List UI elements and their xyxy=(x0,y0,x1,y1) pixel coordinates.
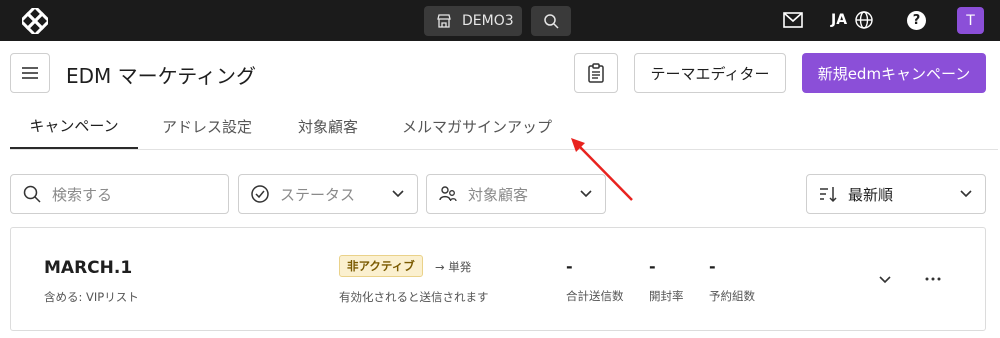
store-selector-button[interactable]: DEMO3 xyxy=(424,6,522,36)
tab-target-customers[interactable]: 対象顧客 xyxy=(298,103,358,149)
tab-newsletter-signup[interactable]: メルマガサインアップ xyxy=(402,103,552,149)
chevron-down-icon xyxy=(580,190,592,198)
chevron-down-icon xyxy=(392,190,404,198)
language-selector[interactable]: JA xyxy=(831,11,873,29)
audience-filter-label: 対象顧客 xyxy=(468,185,529,204)
check-circle-icon xyxy=(251,185,269,203)
metric-reservations-value: - xyxy=(709,257,716,276)
new-edm-campaign-button[interactable]: 新規edmキャンペーン xyxy=(802,53,986,93)
store-icon xyxy=(437,14,451,28)
search-placeholder: 検索する xyxy=(52,185,113,204)
clipboard-button[interactable] xyxy=(574,53,618,93)
metric-total-sent-value: - xyxy=(566,257,573,276)
tab-campaigns[interactable]: キャンペーン xyxy=(10,103,138,149)
global-search-button[interactable] xyxy=(531,6,571,36)
campaign-type: → 単発 xyxy=(435,260,472,274)
search-input[interactable]: 検索する xyxy=(10,174,229,214)
menu-icon xyxy=(22,67,38,79)
mail-icon[interactable] xyxy=(783,12,803,28)
audience-filter-dropdown[interactable]: 対象顧客 xyxy=(426,174,606,214)
metric-open-rate-value: - xyxy=(649,257,656,276)
tab-bar: キャンペーン アドレス設定 対象顧客 メルマガサインアップ xyxy=(10,103,998,150)
globe-icon xyxy=(855,11,873,29)
campaign-card[interactable]: MARCH.1 含める: VIPリスト 非アクティブ → 単発 有効化されると送… xyxy=(10,227,986,331)
store-name: DEMO3 xyxy=(462,13,514,29)
campaign-name[interactable]: MARCH.1 xyxy=(44,258,132,278)
theme-editor-button[interactable]: テーマエディター xyxy=(634,53,786,93)
tab-address-settings[interactable]: アドレス設定 xyxy=(162,103,252,149)
search-icon xyxy=(23,185,41,203)
help-icon[interactable]: ? xyxy=(907,11,926,30)
sort-dropdown[interactable]: 最新順 xyxy=(806,174,986,214)
campaign-includes: 含める: VIPリスト xyxy=(44,290,139,304)
status-description: 有効化されると送信されます xyxy=(339,290,489,304)
metric-total-sent-label: 合計送信数 xyxy=(566,289,624,303)
status-filter-dropdown[interactable]: ステータス xyxy=(238,174,418,214)
hamburger-menu-button[interactable] xyxy=(10,53,50,93)
language-code: JA xyxy=(831,12,848,28)
app-logo-icon[interactable] xyxy=(22,8,48,34)
user-avatar[interactable]: T xyxy=(957,7,984,34)
status-filter-label: ステータス xyxy=(280,185,356,204)
status-badge: 非アクティブ xyxy=(339,255,423,277)
page-title: EDM マーケティング xyxy=(66,64,257,88)
chevron-down-icon[interactable] xyxy=(878,273,892,287)
people-icon xyxy=(439,186,457,202)
metric-open-rate-label: 開封率 xyxy=(649,289,684,303)
metric-reservations-label: 予約組数 xyxy=(709,289,755,303)
sort-label: 最新順 xyxy=(848,185,894,204)
sort-descending-icon xyxy=(820,187,837,203)
search-icon xyxy=(544,14,559,29)
more-options-icon[interactable] xyxy=(925,277,941,281)
chevron-down-icon xyxy=(960,190,972,198)
clipboard-icon xyxy=(588,63,604,83)
top-bar: DEMO3 JA ? T xyxy=(0,0,1000,41)
